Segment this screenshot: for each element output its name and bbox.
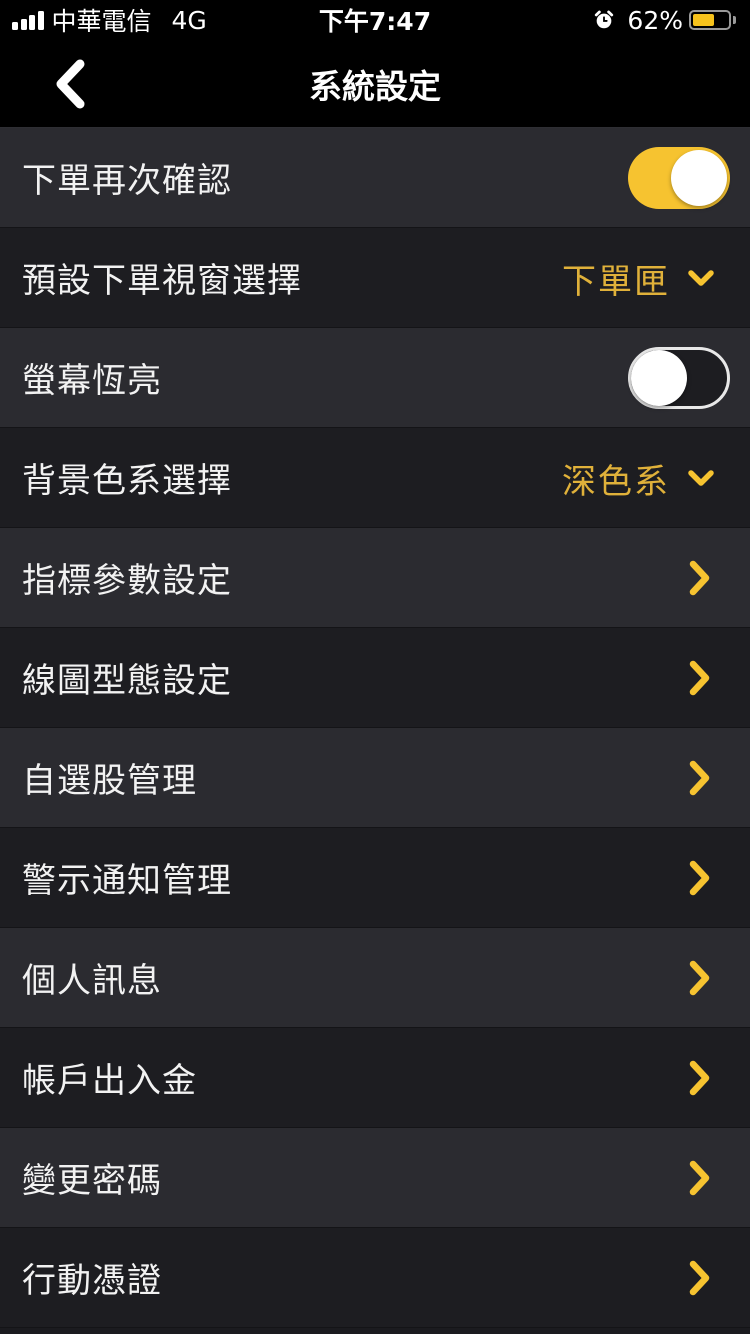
settings-row-mobile-certificate[interactable]: 行動憑證	[0, 1228, 750, 1328]
settings-row-control	[684, 1128, 750, 1228]
settings-row-label: 預設下單視窗選擇	[22, 261, 302, 301]
clock-time: 下午7:47	[318, 7, 432, 36]
carrier-name: 中華電信	[51, 7, 152, 36]
settings-row-label: 螢幕恆亮	[22, 361, 162, 401]
settings-row-label: 行動憑證	[22, 1261, 162, 1301]
settings-list: 下單再次確認預設下單視窗選擇 下單匣螢幕恆亮背景色系選擇 深色系指標參數設定 線圖型態…	[0, 128, 750, 1328]
settings-row-label: 背景色系選擇	[22, 461, 232, 501]
signal-strength-icon	[12, 10, 44, 30]
status-bar: 中華電信 4G 下午7:47 62%	[0, 0, 750, 40]
settings-row-chart-type[interactable]: 線圖型態設定	[0, 628, 750, 728]
chevron-right-icon	[689, 1060, 710, 1096]
background-theme-selected-value[interactable]: 深色系	[562, 454, 670, 503]
settings-row-label: 帳戶出入金	[22, 1061, 197, 1101]
settings-row-control	[684, 1028, 750, 1128]
settings-row-control	[684, 928, 750, 1028]
chevron-right-icon	[689, 1260, 710, 1296]
screen-always-on-toggle[interactable]	[628, 347, 730, 409]
settings-row-control	[628, 128, 750, 228]
navigation-bar: 系統設定	[0, 40, 750, 128]
chevron-down-icon[interactable]	[686, 463, 716, 493]
settings-row-label: 下單再次確認	[22, 161, 232, 201]
settings-row-default-order-window[interactable]: 預設下單視窗選擇 下單匣	[0, 228, 750, 328]
status-left: 中華電信 4G	[12, 0, 207, 40]
battery-percentage: 62%	[627, 5, 683, 35]
settings-row-change-password[interactable]: 變更密碼	[0, 1128, 750, 1228]
app-screen: 中華電信 4G 下午7:47 62% 系統設定 下單再次確認 預設下單視窗選擇 …	[0, 0, 750, 1334]
settings-row-control: 下單匣	[562, 228, 750, 328]
chevron-right-icon	[689, 960, 710, 996]
chevron-right-icon	[689, 760, 710, 796]
order-confirm-toggle[interactable]	[628, 147, 730, 209]
default-order-window-selected-value[interactable]: 下單匣	[562, 254, 670, 303]
settings-row-label: 變更密碼	[22, 1161, 162, 1201]
network-type: 4G	[171, 5, 207, 35]
settings-row-control: 深色系	[562, 428, 750, 528]
battery-nub	[733, 16, 736, 24]
toggle-knob	[631, 350, 687, 406]
settings-row-background-theme[interactable]: 背景色系選擇 深色系	[0, 428, 750, 528]
chevron-down-icon[interactable]	[686, 263, 716, 293]
alarm-clock-icon	[595, 10, 614, 29]
chevron-right-icon	[689, 560, 710, 596]
settings-row-screen-always-on[interactable]: 螢幕恆亮	[0, 328, 750, 428]
battery-icon	[689, 10, 731, 30]
chevron-left-icon	[56, 59, 85, 109]
settings-row-order-confirm[interactable]: 下單再次確認	[0, 128, 750, 228]
page-title-text: 系統設定	[309, 67, 441, 106]
settings-row-control	[684, 628, 750, 728]
chevron-right-icon	[689, 660, 710, 696]
status-right: 62%	[593, 0, 736, 40]
page-title: 系統設定	[0, 40, 750, 128]
settings-row-alert-notify[interactable]: 警示通知管理	[0, 828, 750, 928]
settings-row-label: 警示通知管理	[22, 861, 232, 901]
settings-row-control	[684, 528, 750, 628]
settings-row-watchlist-manage[interactable]: 自選股管理	[0, 728, 750, 828]
settings-row-indicator-params[interactable]: 指標參數設定	[0, 528, 750, 628]
settings-row-label: 自選股管理	[22, 761, 197, 801]
settings-row-label: 線圖型態設定	[22, 661, 232, 701]
settings-row-control	[684, 828, 750, 928]
settings-row-label: 指標參數設定	[22, 561, 232, 601]
settings-row-personal-message[interactable]: 個人訊息	[0, 928, 750, 1028]
settings-row-control	[628, 328, 750, 428]
battery-level-fill	[693, 14, 714, 26]
toggle-knob	[671, 150, 727, 206]
settings-row-control	[684, 728, 750, 828]
settings-row-label: 個人訊息	[22, 961, 162, 1001]
chevron-right-icon	[689, 1160, 710, 1196]
settings-row-control	[684, 1228, 750, 1328]
back-button[interactable]	[40, 54, 100, 114]
settings-row-account-funds[interactable]: 帳戶出入金	[0, 1028, 750, 1128]
chevron-right-icon	[689, 860, 710, 896]
